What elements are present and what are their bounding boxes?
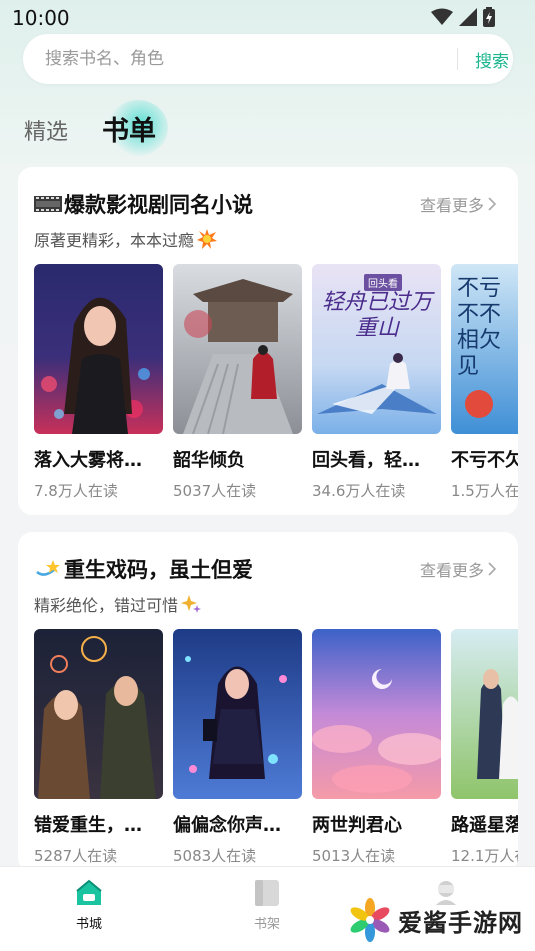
search-button[interactable]: 搜索 — [475, 47, 509, 72]
book-cover — [173, 264, 302, 434]
section-title-text: 爆款影视剧同名小说 — [64, 193, 253, 217]
home-icon — [76, 879, 102, 905]
section-title: 重生戏码，虽土但爱 — [34, 554, 253, 584]
nav-label: 书架 — [253, 917, 280, 932]
signal-icon — [459, 8, 477, 26]
wifi-icon — [431, 8, 453, 25]
cover-title-art: 轻舟已过万重山 — [322, 290, 433, 341]
book-cover: 回头看 轻舟已过万重山 — [312, 264, 441, 434]
book-item[interactable]: 落入大雾将… 7.8万人在读 — [34, 264, 163, 501]
book-row: 错爱重生，… 5287人在读 偏偏念你声… 5083人在读 两世判君心 5013… — [34, 629, 518, 869]
book-title: 两世判君心 — [312, 815, 402, 836]
book-title: 落入大雾将… — [34, 450, 142, 471]
book-item[interactable]: 回头看 轻舟已过万重山 回头看，轻… 34.6万人在读 — [312, 264, 441, 501]
book-cover — [451, 629, 518, 799]
see-more-label: 查看更多 — [419, 196, 484, 215]
status-time: 10:00 — [12, 6, 70, 30]
see-more-button[interactable]: 查看更多 — [420, 557, 496, 581]
book-item[interactable]: 韶华倾负 5037人在读 — [173, 264, 302, 501]
book-title: 路遥星落 — [451, 815, 518, 836]
section-title-text: 重生戏码，虽土但爱 — [64, 558, 253, 582]
section-card: 爆款影视剧同名小说 查看更多 原著更精彩，本本过瘾 落入大雾将… 7.8万人在读… — [18, 167, 518, 515]
search-divider — [457, 48, 458, 70]
book-cover — [312, 629, 441, 799]
explosion-icon — [197, 229, 218, 249]
book-title: 不亏不欠 — [451, 450, 518, 471]
section-subtitle-text: 精彩绝伦，错过可惜 — [34, 596, 179, 615]
book-title: 回头看，轻… — [312, 450, 420, 471]
book-row: 落入大雾将… 7.8万人在读 韶华倾负 5037人在读 回头看 轻舟已过万重山 … — [34, 264, 518, 504]
status-icons — [431, 7, 495, 27]
section-subtitle-text: 原著更精彩，本本过瘾 — [34, 231, 195, 250]
chevron-right-icon — [488, 562, 496, 576]
tab-booklist[interactable]: 书单 — [102, 109, 156, 148]
section-subtitle: 精彩绝伦，错过可惜 — [34, 592, 202, 616]
book-readers: 5083人在读 — [173, 847, 257, 865]
bookshelf-icon — [255, 880, 279, 906]
section-card: 重生戏码，虽土但爱 查看更多 精彩绝伦，错过可惜 错爱重生，… 5287人在读 … — [18, 532, 518, 872]
book-readers: 5037人在读 — [173, 482, 257, 500]
nav-label: 书城 — [75, 917, 102, 932]
section-subtitle: 原著更精彩，本本过瘾 — [34, 227, 218, 251]
book-item[interactable]: 两世判君心 5013人在读 — [312, 629, 441, 866]
book-cover — [34, 629, 163, 799]
book-cover — [34, 264, 163, 434]
book-item[interactable]: 路遥星落 12.1万人在读 — [451, 629, 518, 866]
book-readers: 7.8万人在读 — [34, 482, 118, 500]
section-title: 爆款影视剧同名小说 — [34, 189, 253, 219]
watermark-text: 爱酱手游网 — [398, 908, 523, 937]
book-title: 错爱重生，… — [34, 815, 142, 836]
nav-bookstore[interactable]: 书城 — [59, 877, 119, 932]
see-more-button[interactable]: 查看更多 — [420, 192, 496, 216]
pinwheel-logo-icon — [350, 898, 390, 942]
book-readers: 1.5万人在读 — [451, 482, 518, 500]
book-cover — [173, 629, 302, 799]
book-item[interactable]: 偏偏念你声… 5083人在读 — [173, 629, 302, 866]
dizzy-icon — [36, 560, 60, 576]
book-readers: 34.6万人在读 — [312, 482, 406, 500]
book-readers: 5013人在读 — [312, 847, 396, 865]
film-strip-icon — [34, 196, 62, 212]
sparkles-icon — [181, 595, 202, 613]
book-cover: 不亏不不相欠见 — [451, 264, 518, 434]
chevron-right-icon — [488, 197, 496, 211]
cover-title-art: 不亏不不相欠见 — [457, 276, 502, 379]
status-bar: 10:00 — [0, 0, 535, 34]
book-item[interactable]: 错爱重生，… 5287人在读 — [34, 629, 163, 866]
search-bar: 搜索 — [23, 34, 513, 84]
search-input[interactable] — [45, 46, 425, 72]
book-readers: 5287人在读 — [34, 847, 118, 865]
book-title: 偏偏念你声… — [173, 815, 281, 836]
see-more-label: 查看更多 — [419, 561, 484, 580]
book-readers: 12.1万人在读 — [451, 847, 518, 865]
watermark-logo: 爱酱手游网 — [348, 898, 523, 942]
battery-icon — [483, 7, 495, 27]
book-item[interactable]: 不亏不不相欠见 不亏不欠 1.5万人在读 — [451, 264, 518, 501]
nav-bookshelf[interactable]: 书架 — [237, 877, 297, 932]
cover-badge: 回头看 — [364, 274, 402, 291]
book-title: 韶华倾负 — [173, 450, 245, 471]
tab-featured[interactable]: 精选 — [24, 114, 68, 146]
